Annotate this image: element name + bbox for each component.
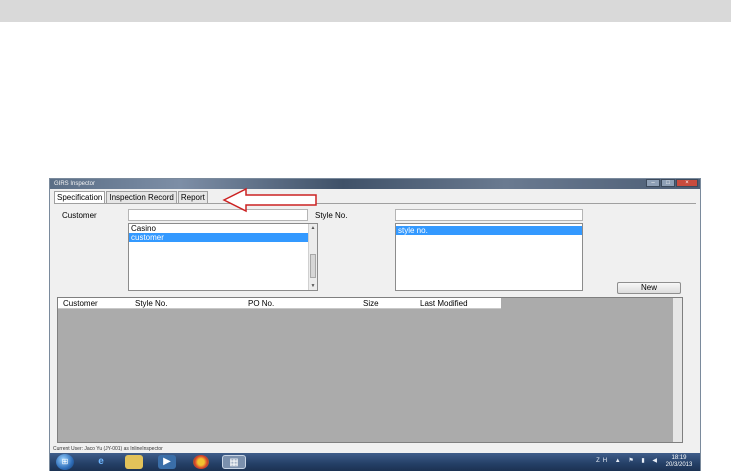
clock-time: 18:19 (671, 455, 687, 461)
customer-label: Customer (62, 211, 97, 220)
col-last-modified[interactable]: Last Modified (420, 298, 468, 309)
col-po-no[interactable]: PO No. (248, 298, 274, 309)
grid-header: Customer Style No. PO No. Size Last Modi… (58, 298, 501, 309)
clock-date: 20/3/2013 (665, 462, 693, 468)
app-window: GIRS Inspector – □ × Specification Inspe… (49, 178, 701, 471)
scroll-thumb[interactable] (310, 254, 316, 278)
maximize-button[interactable]: □ (661, 179, 675, 187)
customer-listbox[interactable]: Casino customer ▲ ▼ (128, 223, 318, 291)
status-bar: Current User: Jaco Yu (JY-001) as Inline… (50, 445, 700, 453)
start-orb-icon[interactable]: ⊞ (56, 454, 74, 470)
internet-explorer-icon[interactable]: e (92, 455, 110, 469)
taskbar-clock[interactable]: 18:19 20/3/2013 (662, 455, 696, 469)
customer-list-scrollbar[interactable]: ▲ ▼ (308, 224, 317, 290)
style-filter-input[interactable] (395, 209, 583, 221)
girs-inspector-taskbar-icon[interactable]: ▦ (222, 455, 246, 469)
style-no-label: Style No. (315, 211, 348, 220)
window-title: GIRS Inspector (54, 181, 96, 187)
style-listbox[interactable]: style no. (395, 223, 583, 291)
taskbar: ⊞ e ▶ ▦ ZH ▲ ⚑ ▮ ◀ 18:19 20/3/2013 (50, 453, 700, 471)
col-style-no[interactable]: Style No. (135, 298, 167, 309)
customer-list-item-selected[interactable]: customer (129, 233, 308, 242)
style-list-item-selected[interactable]: style no. (396, 226, 582, 235)
minimize-button[interactable]: – (646, 179, 660, 187)
col-customer[interactable]: Customer (63, 298, 98, 309)
grid-scrollbar[interactable] (673, 298, 682, 442)
tray-language[interactable]: ZH (596, 458, 610, 464)
records-grid[interactable]: Customer Style No. PO No. Size Last Modi… (57, 297, 683, 443)
slide-header-band (0, 0, 731, 22)
window-controls: – □ × (645, 179, 698, 188)
annotation-arrow-icon (222, 187, 317, 213)
chrome-icon[interactable] (193, 455, 209, 469)
media-player-icon[interactable]: ▶ (158, 455, 176, 469)
new-button[interactable]: New (617, 282, 681, 294)
close-button[interactable]: × (676, 179, 698, 187)
tab-divider (54, 203, 696, 204)
scroll-down-icon[interactable]: ▼ (309, 282, 317, 290)
system-tray[interactable]: ZH ▲ ⚑ ▮ ◀ (596, 457, 660, 464)
customer-list-item[interactable]: Casino (129, 224, 317, 233)
file-explorer-icon[interactable] (125, 455, 143, 469)
scroll-up-icon[interactable]: ▲ (309, 224, 317, 232)
col-size[interactable]: Size (363, 298, 379, 309)
title-bar[interactable]: GIRS Inspector – □ × (50, 179, 700, 189)
